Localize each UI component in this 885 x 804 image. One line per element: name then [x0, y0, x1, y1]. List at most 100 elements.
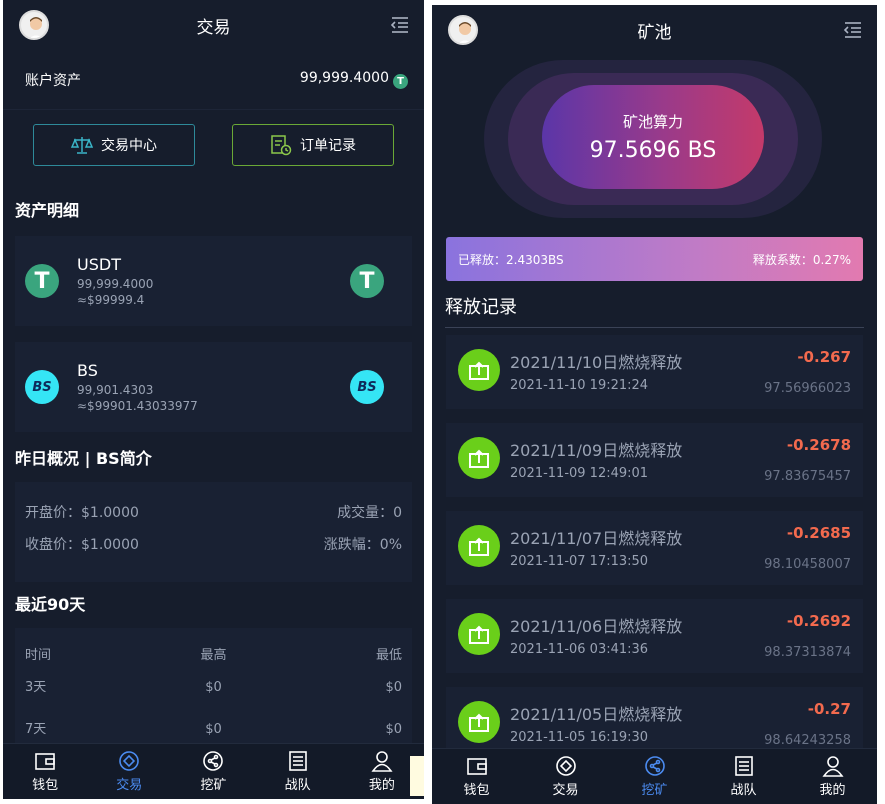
- nav-mine[interactable]: 我的: [803, 755, 863, 798]
- coin-card-bs[interactable]: BS BS 99,901.4303 ≈$99901.43033977 BS: [15, 342, 412, 432]
- edge-mark: [410, 756, 424, 796]
- account-label: 账户资产: [25, 72, 81, 89]
- records-title: 释放记录: [445, 297, 517, 318]
- nav-trade[interactable]: 交易: [536, 755, 596, 798]
- nav-label: 交易: [116, 778, 143, 793]
- user-icon: [821, 756, 844, 777]
- coin-name: BS: [77, 360, 98, 380]
- nav-team[interactable]: 战队: [268, 750, 328, 793]
- coin-card-usdt[interactable]: T USDT 99,999.4000 ≈$99999.4 T: [15, 236, 412, 326]
- nav-mine[interactable]: 我的: [352, 750, 412, 793]
- list-item[interactable]: 2021/11/09日燃烧释放 2021-11-09 12:49:01 -0.267…: [446, 423, 863, 497]
- nav-label: 战队: [284, 778, 311, 793]
- coin-approx: ≈$99901.43033977: [77, 398, 198, 413]
- nav-label: 交易: [552, 783, 579, 798]
- pool-hashrate: 矿池算力 97.5696 BS: [432, 55, 877, 255]
- open-price: 开盘价：$1.0000: [25, 505, 139, 521]
- bottom-nav: 钱包 交易 挖矿 战队 我的: [432, 748, 877, 804]
- pool-core: 矿池算力 97.5696 BS: [542, 85, 764, 189]
- record-name: 2021/11/06日燃烧释放: [510, 617, 683, 636]
- nav-wallet[interactable]: 钱包: [447, 755, 507, 798]
- list-item[interactable]: 2021/11/10日燃烧释放 2021-11-10 19:21:24 -0.267…: [446, 335, 863, 409]
- nav-label: 我的: [368, 778, 395, 793]
- record-balance: 97.83675457: [764, 469, 851, 484]
- record-name: 2021/11/09日燃烧释放: [510, 441, 683, 460]
- record-amount: -0.27: [807, 700, 851, 718]
- trade-screen: 交易 账户资产 99,999.4000 T 交易中心 订单记录 资产明细 T US…: [3, 0, 424, 799]
- overview-box: 开盘价：$1.0000 成交量：0 收盘价：$1.0000 涨跌幅：0%: [15, 482, 412, 582]
- order-records-button[interactable]: 订单记录: [232, 124, 394, 166]
- recent-title: 最近90天: [15, 595, 86, 614]
- divider: [424, 0, 432, 799]
- trade-icon: [119, 751, 140, 771]
- released-amount: 已释放：2.4303BS: [458, 252, 564, 267]
- table-cell: 3天: [25, 680, 47, 695]
- header: 矿池: [432, 5, 877, 55]
- trade-center-button[interactable]: 交易中心: [33, 124, 195, 166]
- release-icon: [458, 525, 500, 567]
- usdt-icon: T: [25, 264, 59, 298]
- pool-label: 矿池算力: [622, 113, 683, 131]
- wallet-icon: [466, 758, 487, 775]
- wallet-icon: [35, 753, 55, 770]
- trade-center-label: 交易中心: [101, 138, 157, 154]
- coin-approx: ≈$99999.4: [77, 292, 145, 307]
- avatar[interactable]: [448, 15, 478, 45]
- nav-team[interactable]: 战队: [714, 755, 774, 798]
- records-list: 2021/11/10日燃烧释放 2021-11-10 19:21:24 -0.267…: [432, 335, 877, 761]
- list-item[interactable]: 2021/11/07日燃烧释放 2021-11-07 17:13:50 -0.268…: [446, 511, 863, 585]
- record-time: 2021-11-10 19:21:24: [510, 378, 649, 393]
- nav-trade[interactable]: 交易: [99, 750, 159, 793]
- nav-label: 挖矿: [200, 778, 227, 793]
- account-assets: 账户资产 99,999.4000 T: [3, 50, 424, 110]
- nav-label: 战队: [730, 783, 757, 798]
- overview-title: 昨日概况 | BS简介: [15, 449, 152, 468]
- record-amount: -0.2678: [786, 436, 851, 454]
- record-balance: 97.56966023: [764, 381, 851, 396]
- release-icon: [458, 349, 500, 391]
- page-title: 矿池: [637, 22, 672, 43]
- record-time: 2021-11-09 12:49:01: [510, 466, 649, 481]
- nav-label: 挖矿: [641, 783, 668, 798]
- mining-pool-screen: 矿池 矿池算力 97.5696 BS 已释放：2.4303BS 释放系数：0.2…: [432, 5, 877, 804]
- record-time: 2021-11-07 17:13:50: [510, 554, 649, 569]
- table-cell: $0: [205, 680, 222, 695]
- menu-icon[interactable]: [843, 21, 863, 39]
- menu-icon[interactable]: [390, 16, 410, 34]
- coin-name: USDT: [77, 254, 121, 274]
- usdt-icon: T: [350, 264, 384, 298]
- avatar[interactable]: [19, 10, 49, 40]
- divider: [445, 327, 864, 328]
- record-name: 2021/11/05日燃烧释放: [510, 705, 683, 724]
- coin-amount: 99,999.4000: [77, 276, 154, 291]
- nav-wallet[interactable]: 钱包: [15, 750, 75, 793]
- record-balance: 98.10458007: [764, 557, 851, 572]
- volume: 成交量：0: [337, 505, 402, 521]
- record-name: 2021/11/10日燃烧释放: [510, 353, 683, 372]
- close-price: 收盘价：$1.0000: [25, 537, 139, 553]
- release-icon: [458, 437, 500, 479]
- release-summary: 已释放：2.4303BS 释放系数：0.27%: [446, 237, 863, 281]
- nav-mining[interactable]: 挖矿: [183, 750, 243, 793]
- pool-value: 97.5696 BS: [589, 138, 717, 163]
- record-balance: 98.37313874: [764, 645, 851, 660]
- table-header: 时间 最高 最低: [25, 646, 402, 678]
- header: 交易: [3, 0, 424, 50]
- column-header: 时间: [25, 648, 52, 663]
- trade-icon: [555, 756, 576, 776]
- record-balance: 98.64243258: [764, 733, 851, 748]
- table-row: 3天 $0 $0: [25, 678, 402, 710]
- release-coefficient: 释放系数：0.27%: [752, 252, 851, 267]
- mining-icon: [203, 751, 224, 771]
- list-item[interactable]: 2021/11/06日燃烧释放 2021-11-06 03:41:36 -0.269…: [446, 599, 863, 673]
- column-header: 最低: [376, 648, 403, 663]
- nav-mining[interactable]: 挖矿: [625, 755, 685, 798]
- team-icon: [734, 756, 753, 776]
- release-icon: [458, 701, 500, 743]
- bottom-nav: 钱包 交易 挖矿 战队 我的: [3, 743, 424, 799]
- nav-label: 钱包: [463, 783, 490, 798]
- coin-amount: 99,901.4303: [77, 382, 154, 397]
- order-records-label: 订单记录: [300, 138, 356, 154]
- record-amount: -0.2692: [786, 612, 851, 630]
- order-icon: [271, 135, 292, 156]
